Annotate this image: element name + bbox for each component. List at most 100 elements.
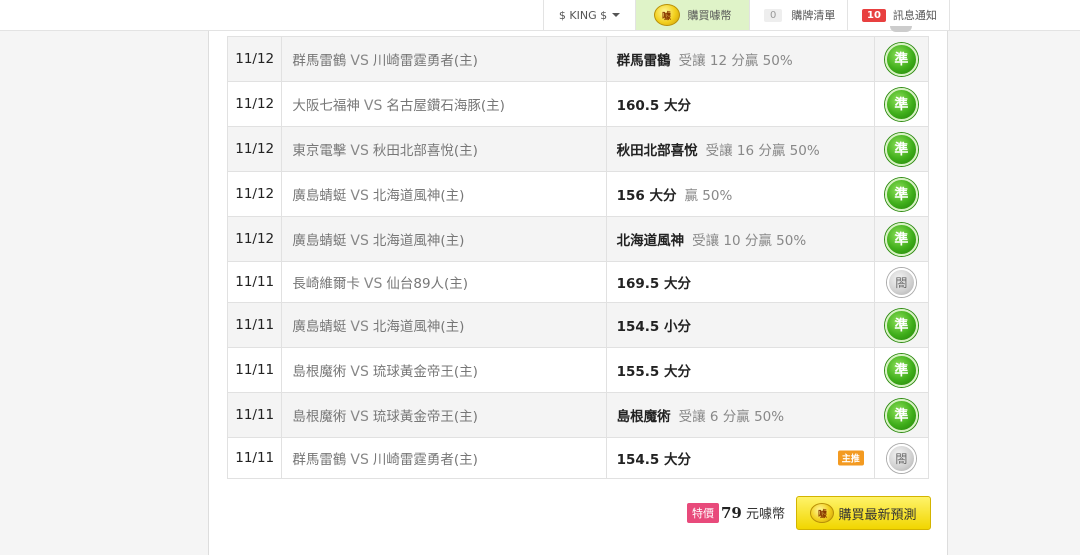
prediction-pick: 群馬雷鶴 [616,53,671,69]
prediction: 155.5 大分 [605,347,875,393]
home-team: 仙台89人(主) [386,276,469,292]
matchup: 大阪七福神 VS 名古屋鑽石海豚(主) [281,81,607,127]
versus-label: VS [363,276,383,292]
game-date: 11/12 [226,36,283,82]
prediction: 秋田北部喜悅 受讓 16 分贏 50% [605,126,875,172]
table-row: 11/11 長崎維爾卡 VS 仙台89人(主) 169.5 大分閤 [226,261,930,303]
prediction-pick: 北海道風神 [616,233,685,249]
game-date: 11/12 [226,216,283,262]
result-cell: 準 [873,302,930,348]
result-win-icon: 準 [884,398,918,432]
prediction-note: 受讓 6 分贏 50% [678,409,785,425]
home-team: 秋田北部喜悅(主) [372,143,478,159]
prediction: 島根魔術 受讓 6 分贏 50% [605,392,875,438]
away-team: 群馬雷鶴 [292,53,347,69]
away-team: 島根魔術 [292,364,347,380]
user-name: $ KING $ [558,8,608,22]
home-team: 琉球黃金帝王(主) [372,364,478,380]
prediction-pick: 156 大分 [616,188,677,204]
result-cell: 準 [873,36,930,82]
versus-label: VS [350,53,369,69]
cart-count-badge: 0 [764,8,783,22]
prediction-pick: 154.5 小分 [616,319,692,335]
result-win-icon: 準 [884,132,918,166]
game-date: 11/12 [226,171,283,217]
matchup: 群馬雷鶴 VS 川崎雷霆勇者(主) [281,437,607,479]
table-row: 11/12 大阪七福神 VS 名古屋鑽石海豚(主) 160.5 大分準 [226,81,930,127]
table-row: 11/12 群馬雷鶴 VS 川崎雷霆勇者(主) 群馬雷鶴 受讓 12 分贏 50% 準 [226,36,930,82]
prediction-pick: 秋田北部喜悅 [616,143,698,159]
result-win-icon: 準 [884,42,918,76]
prediction-pick: 島根魔術 [616,409,671,425]
price-value: 79 [721,504,742,522]
versus-label: VS [350,319,369,335]
versus-label: VS [350,452,369,468]
result-cell: 準 [873,171,930,217]
matchup: 廣島蜻蜓 VS 北海道風神(主) [281,171,607,217]
versus-label: VS [350,409,369,425]
predictions-panel: 11/12 群馬雷鶴 VS 川崎雷霆勇者(主) 群馬雷鶴 受讓 12 分贏 50% 準 11/… [208,31,948,555]
price-text: 79 元噱幣 [721,503,785,522]
versus-label: VS [350,364,369,380]
result-cell: 準 [873,81,930,127]
matchup: 廣島蜻蜓 VS 北海道風神(主) [281,216,607,262]
result-push-icon: 閤 [886,443,916,473]
result-win-icon: 準 [884,353,918,387]
home-team: 北海道風神(主) [372,233,465,249]
table-row: 11/11 島根魔術 VS 琉球黃金帝王(主) 155.5 大分準 [226,347,930,393]
result-win-icon: 準 [884,87,918,121]
table-row: 11/12 廣島蜻蜓 VS 北海道風神(主) 北海道風神 受讓 10 分贏 50% 準 [226,216,930,262]
coin-icon: 噱 [653,4,680,26]
price-unit: 元噱幣 [746,507,786,522]
buy-coins-link[interactable]: 噱 購買噱幣 [635,0,749,30]
buy-latest-prediction-button[interactable]: 噱 購買最新預測 [796,496,931,530]
away-team: 大阪七福神 [292,98,360,114]
prediction: 北海道風神 受讓 10 分贏 50% [605,216,875,262]
prediction: 169.5 大分 [605,261,875,303]
notifications-label: 訊息通知 [892,9,937,22]
result-cell: 閤 [873,437,930,479]
away-team: 廣島蜻蜓 [292,233,347,249]
home-team: 川崎雷霆勇者(主) [372,452,478,468]
matchup: 島根魔術 VS 琉球黃金帝王(主) [281,347,607,393]
buy-latest-prediction-label: 購買最新預測 [838,507,917,523]
cart-link[interactable]: 0 購牌清單 [749,0,847,30]
matchup: 群馬雷鶴 VS 川崎雷霆勇者(主) [281,36,607,82]
prediction: 156 大分贏 50% [605,171,875,217]
result-cell: 閤 [873,261,930,303]
prediction-note: 受讓 12 分贏 50% [678,53,793,69]
scroll-indicator [890,26,912,32]
top-navigation-bar: $ KING $ 噱 購買噱幣 0 購牌清單 10 訊息通知 [0,0,1080,31]
buy-coins-label: 購買噱幣 [687,9,732,22]
prediction-note: 受讓 10 分贏 50% [692,233,807,249]
versus-label: VS [350,233,369,249]
table-row: 11/11 島根魔術 VS 琉球黃金帝王(主) 島根魔術 受讓 6 分贏 50% 準 [226,392,930,438]
away-team: 廣島蜻蜓 [292,188,347,204]
result-cell: 準 [873,126,930,172]
game-date: 11/11 [226,437,283,479]
result-cell: 準 [873,392,930,438]
matchup: 長崎維爾卡 VS 仙台89人(主) [281,261,607,303]
game-date: 11/11 [226,302,283,348]
cart-label: 購牌清單 [791,9,836,22]
result-win-icon: 準 [884,222,918,256]
prediction-note: 贏 50% [684,188,733,204]
prediction: 群馬雷鶴 受讓 12 分贏 50% [605,36,875,82]
matchup: 廣島蜻蜓 VS 北海道風神(主) [281,302,607,348]
result-cell: 準 [873,347,930,393]
matchup: 島根魔術 VS 琉球黃金帝王(主) [281,392,607,438]
game-date: 11/11 [226,347,283,393]
notification-count-badge: 10 [862,8,886,22]
versus-label: VS [350,188,369,204]
result-win-icon: 準 [884,177,918,211]
special-price-badge: 特價 [687,503,719,523]
game-date: 11/11 [226,392,283,438]
user-menu[interactable]: $ KING $ [543,0,635,30]
away-team: 島根魔術 [292,409,347,425]
predictions-table: 11/12 群馬雷鶴 VS 川崎雷霆勇者(主) 群馬雷鶴 受讓 12 分贏 50% 準 11/… [226,36,930,479]
result-cell: 準 [873,216,930,262]
game-date: 11/12 [226,81,283,127]
prediction: 154.5 大分 主推 [605,437,875,479]
matchup: 東京電擊 VS 秋田北部喜悅(主) [281,126,607,172]
home-team: 琉球黃金帝王(主) [372,409,478,425]
